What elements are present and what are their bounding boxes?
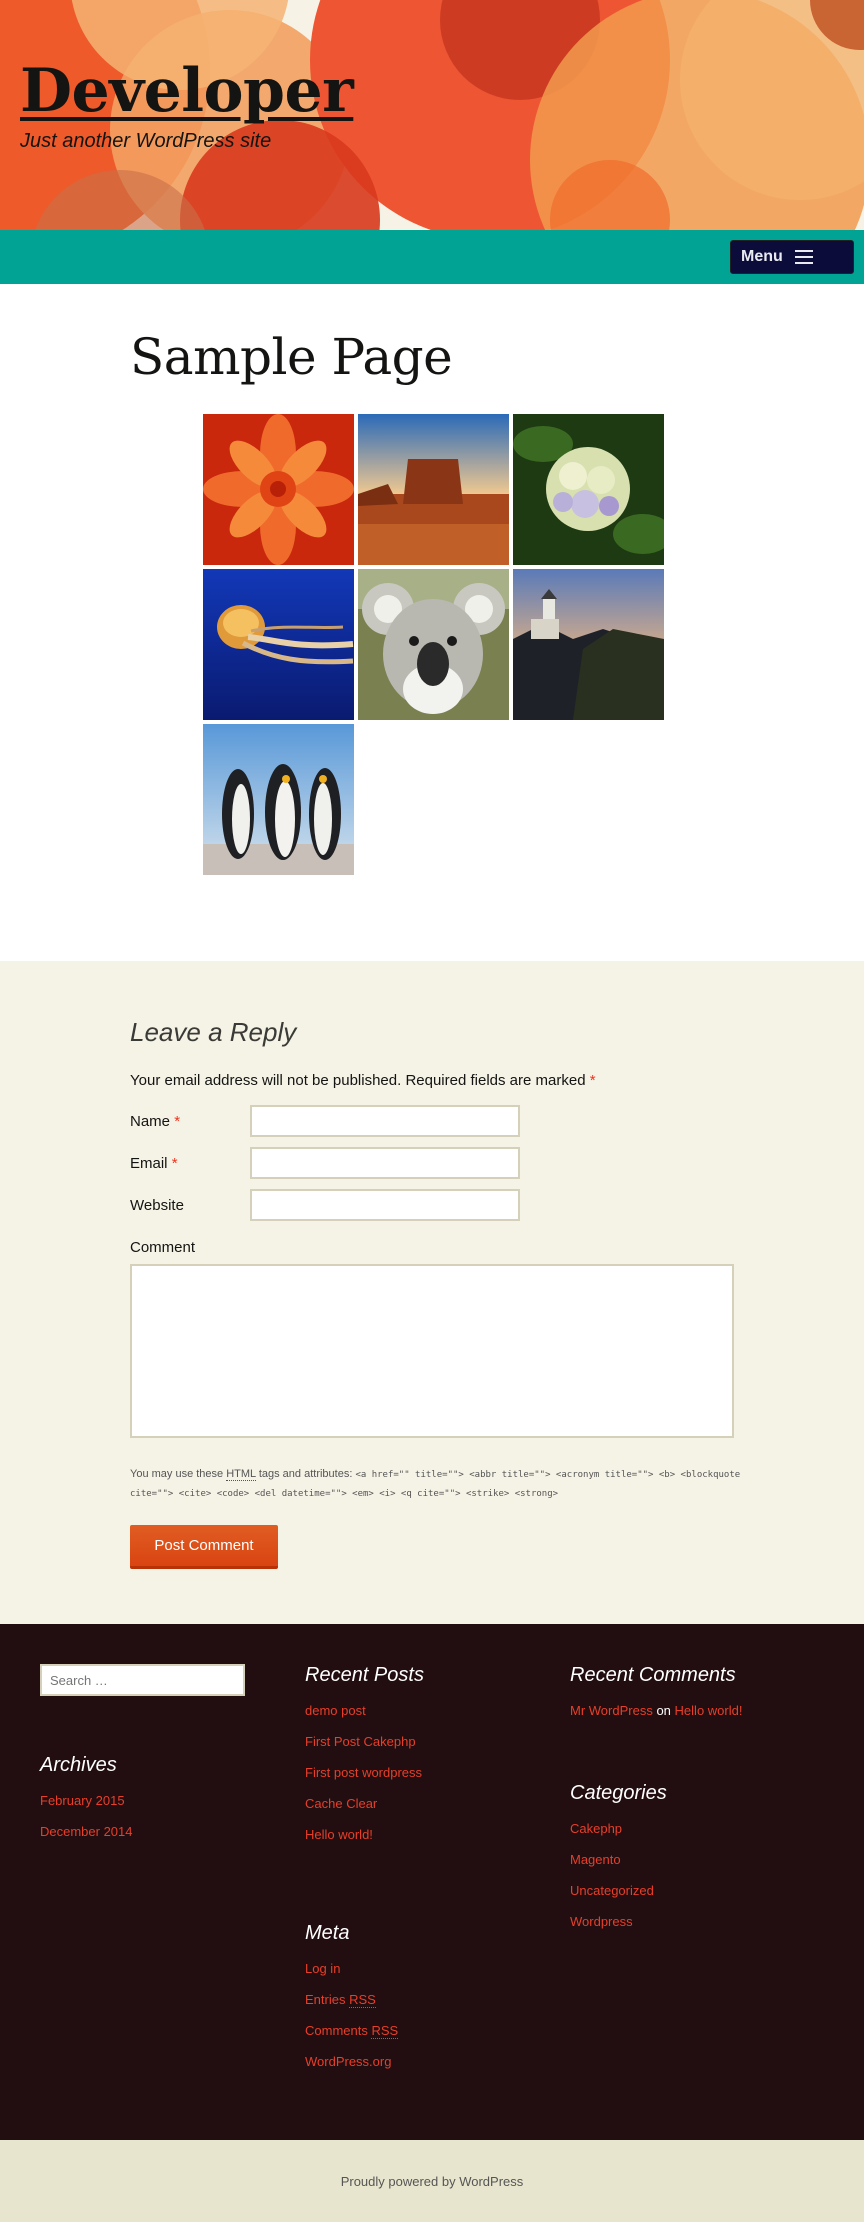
recent-post-link[interactable]: First Post Cakephp (305, 1734, 416, 1749)
recent-comments-title: Recent Comments (570, 1664, 736, 1686)
allowed-tags-note: You may use these HTML tags and attribut… (130, 1465, 750, 1503)
login-link[interactable]: Log in (305, 1961, 340, 1976)
main-content: Sample Page (0, 284, 864, 961)
list-item: Wordpress (570, 1914, 742, 1945)
comment-author-link[interactable]: Mr WordPress (570, 1703, 653, 1718)
site-title[interactable]: Developer (20, 56, 354, 126)
list-item: Cache Clear (305, 1796, 424, 1827)
gallery-image-koala[interactable] (358, 569, 509, 720)
website-input[interactable] (250, 1189, 520, 1221)
site-description: Just another WordPress site (20, 130, 272, 152)
site-header: Developer Just another WordPress site (0, 0, 864, 230)
list-item: Cakephp (570, 1821, 742, 1852)
category-link[interactable]: Magento (570, 1852, 621, 1867)
gallery-image-hydrangeas[interactable] (513, 414, 664, 565)
hamburger-icon (794, 250, 813, 264)
recent-post-link[interactable]: Cache Clear (305, 1796, 377, 1811)
gallery-image-penguins[interactable] (203, 724, 354, 875)
wordpress-org-link[interactable]: WordPress.org (305, 2054, 391, 2069)
list-item: Comments RSS (305, 2023, 424, 2054)
comments-rss-link[interactable]: Comments RSS (305, 2023, 399, 2039)
archives-list: February 2015 December 2014 (40, 1793, 245, 1855)
widget-column-1: Archives February 2015 December 2014 (40, 1664, 245, 1855)
categories-list: Cakephp Magento Uncategorized Wordpress (570, 1821, 742, 1945)
comment-form-section: Leave a Reply Your email address will no… (0, 961, 864, 1624)
footer-widgets: Archives February 2015 December 2014 Rec… (0, 1624, 864, 2140)
list-item: Magento (570, 1852, 742, 1883)
recent-posts-list: demo post First Post Cakephp First post … (305, 1703, 424, 1858)
comment-label: Comment (130, 1239, 196, 1256)
menu-button[interactable]: Menu (730, 240, 854, 274)
page-title: Sample Page (130, 328, 453, 386)
archive-link[interactable]: December 2014 (40, 1824, 133, 1839)
widget-column-3: Recent Comments Mr WordPress on Hello wo… (570, 1664, 742, 1945)
list-item: Log in (305, 1961, 424, 1992)
gallery-image-jellyfish[interactable] (203, 569, 354, 720)
email-label: Email * (130, 1154, 178, 1172)
archives-title: Archives (40, 1754, 117, 1776)
recent-comment-item: Mr WordPress on Hello world! (570, 1703, 742, 1718)
widget-column-2: Recent Posts demo post First Post Cakeph… (305, 1664, 424, 2085)
comment-notes-text: Your email address will not be published… (130, 1072, 586, 1089)
name-label: Name * (130, 1112, 181, 1130)
entries-rss-link[interactable]: Entries RSS (305, 1992, 376, 2008)
website-field-row: Website (130, 1189, 864, 1221)
recent-post-link[interactable]: demo post (305, 1703, 366, 1718)
meta-list: Log in Entries RSS Comments RSS WordPres… (305, 1961, 424, 2085)
archive-link[interactable]: February 2015 (40, 1793, 125, 1808)
comment-textarea[interactable] (130, 1264, 734, 1438)
name-input[interactable] (250, 1105, 520, 1137)
post-comment-button[interactable]: Post Comment (130, 1525, 278, 1569)
recent-posts-title: Recent Posts (305, 1664, 424, 1686)
name-field-row: Name * (130, 1105, 864, 1137)
website-label: Website (130, 1196, 184, 1214)
comment-post-link[interactable]: Hello world! (675, 1703, 743, 1718)
required-mark: * (589, 1072, 596, 1089)
email-input[interactable] (250, 1147, 520, 1179)
list-item: December 2014 (40, 1824, 245, 1855)
list-item: Uncategorized (570, 1883, 742, 1914)
list-item: Hello world! (305, 1827, 424, 1858)
powered-by-link[interactable]: Proudly powered by WordPress (341, 2174, 524, 2189)
allowed-tags-prefix: You may use these (130, 1468, 224, 1480)
navbar: Menu (0, 230, 864, 284)
reply-title: Leave a Reply (130, 1017, 297, 1047)
html-abbr: HTML (226, 1468, 256, 1481)
recent-post-link[interactable]: First post wordpress (305, 1765, 422, 1780)
gallery-image-lighthouse[interactable] (513, 569, 664, 720)
comment-notes: Your email address will not be published… (130, 1072, 864, 1089)
comment-on-text: on (656, 1703, 671, 1718)
list-item: Entries RSS (305, 1992, 424, 2023)
list-item: First post wordpress (305, 1765, 424, 1796)
recent-post-link[interactable]: Hello world! (305, 1827, 373, 1842)
category-link[interactable]: Uncategorized (570, 1883, 654, 1898)
site-footer: Archives February 2015 December 2014 Rec… (0, 1624, 864, 2222)
list-item: WordPress.org (305, 2054, 424, 2085)
menu-label: Menu (741, 248, 783, 265)
gallery-image-chrysanthemum[interactable] (203, 414, 354, 565)
category-link[interactable]: Wordpress (570, 1914, 633, 1929)
list-item: February 2015 (40, 1793, 245, 1824)
email-field-row: Email * (130, 1147, 864, 1179)
category-link[interactable]: Cakephp (570, 1821, 622, 1836)
list-item: demo post (305, 1703, 424, 1734)
search-input[interactable] (40, 1664, 245, 1696)
gallery-image-desert[interactable] (358, 414, 509, 565)
list-item: First Post Cakephp (305, 1734, 424, 1765)
meta-title: Meta (305, 1922, 350, 1944)
allowed-tags-mid: tags and attributes: (258, 1468, 353, 1480)
categories-title: Categories (570, 1782, 667, 1804)
site-info: Proudly powered by WordPress (0, 2140, 864, 2222)
image-gallery (203, 414, 864, 875)
